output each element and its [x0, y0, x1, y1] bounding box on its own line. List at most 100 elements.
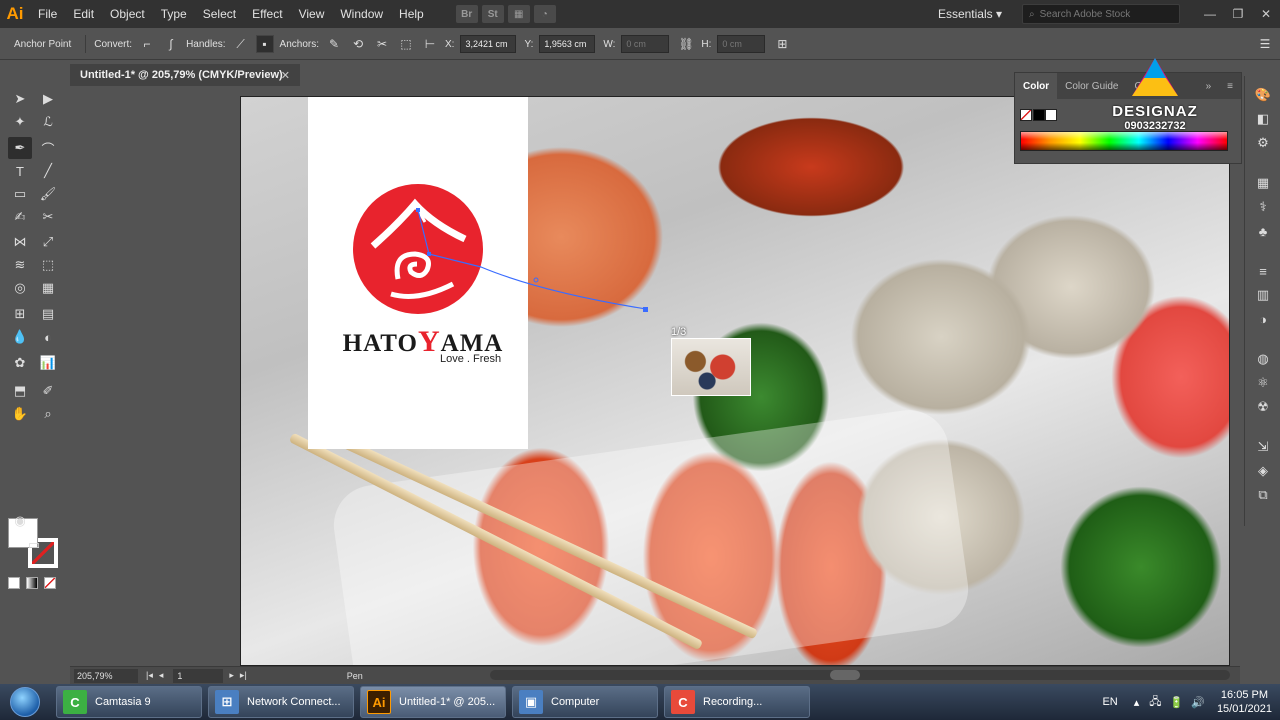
- free-transform-tool-icon[interactable]: ⬚: [36, 254, 60, 276]
- task-camtasia[interactable]: C Camtasia 9: [56, 686, 202, 718]
- appearance-icon[interactable]: ◍: [1253, 350, 1273, 368]
- anchor-point[interactable]: [427, 252, 431, 256]
- stroke-icon[interactable]: ≡: [1253, 262, 1273, 280]
- document-tab[interactable]: Untitled-1* @ 205,79% (CMYK/Preview) ✕: [70, 64, 300, 86]
- workspace-switcher[interactable]: Essentials ▾: [938, 7, 1002, 21]
- show-handles-icon[interactable]: ⟋: [232, 35, 250, 53]
- hand-tool-icon[interactable]: ✋: [8, 403, 32, 425]
- close-window-button[interactable]: ✕: [1252, 7, 1280, 21]
- width-field[interactable]: 0 cm: [621, 35, 670, 53]
- gradient-icon[interactable]: ▥: [1253, 286, 1273, 304]
- zoom-field[interactable]: 205,79%: [74, 668, 138, 683]
- menu-help[interactable]: Help: [391, 7, 432, 21]
- screen-mode-icon[interactable]: ▭: [22, 534, 46, 556]
- grid-icon[interactable]: ▦: [1253, 174, 1273, 192]
- gpu-icon[interactable]: ◔: [533, 5, 556, 23]
- gradient-tool-icon[interactable]: ▤: [36, 303, 60, 325]
- none-swatch[interactable]: [1020, 109, 1032, 121]
- color-panel-icon[interactable]: 🎨: [1253, 86, 1273, 104]
- transparency-icon[interactable]: ◑: [1253, 310, 1273, 328]
- draw-mode-icon[interactable]: ◉: [8, 510, 32, 532]
- connect-anchor-icon[interactable]: ⟲: [349, 35, 367, 53]
- slice-tool-icon[interactable]: ✐: [36, 380, 60, 402]
- type-tool-icon[interactable]: T: [8, 160, 32, 182]
- magic-wand-tool-icon[interactable]: ✦: [8, 111, 32, 133]
- brushes-icon[interactable]: ⚕: [1253, 198, 1273, 216]
- volume-icon[interactable]: 🔊: [1191, 696, 1205, 709]
- menu-file[interactable]: File: [30, 7, 65, 21]
- transform-icon[interactable]: ⊞: [773, 35, 791, 53]
- graph-tool-icon[interactable]: 📊: [36, 352, 60, 374]
- menu-window[interactable]: Window: [332, 7, 391, 21]
- layers-effect-icon[interactable]: ☢: [1253, 398, 1273, 416]
- link-icon[interactable]: ⛓: [677, 35, 695, 53]
- eyedropper-tool-icon[interactable]: 💧: [8, 326, 32, 348]
- task-computer[interactable]: ▣ Computer: [512, 686, 658, 718]
- task-illustrator[interactable]: Ai Untitled-1* @ 205...: [360, 686, 506, 718]
- page-field[interactable]: 1: [173, 668, 224, 683]
- first-page-icon[interactable]: |◂: [146, 670, 153, 681]
- start-button[interactable]: [0, 684, 50, 720]
- export-icon[interactable]: ⇲: [1253, 438, 1273, 456]
- convert-smooth-icon[interactable]: ∫: [162, 35, 180, 53]
- direct-selection-tool-icon[interactable]: ▶: [36, 88, 60, 110]
- selection-tool-icon[interactable]: ➤: [8, 88, 32, 110]
- blend-tool-icon[interactable]: ◐: [36, 326, 60, 348]
- hide-handles-icon[interactable]: ▪: [255, 35, 274, 53]
- height-field[interactable]: 0 cm: [717, 35, 766, 53]
- sushi-photo[interactable]: HATOYAMA Love . Fresh 1/3: [240, 96, 1230, 666]
- panel-options-icon[interactable]: ☰: [1256, 35, 1274, 53]
- task-recording[interactable]: C Recording...: [664, 686, 810, 718]
- scale-tool-icon[interactable]: ⤢: [36, 231, 60, 253]
- clock[interactable]: 16:05 PM 15/01/2021: [1217, 688, 1272, 716]
- graphic-styles-icon[interactable]: ⚛: [1253, 374, 1273, 392]
- x-field[interactable]: 3,2421 cm: [460, 35, 517, 53]
- stock-search-input[interactable]: ⌕ Search Adobe Stock: [1022, 4, 1180, 24]
- remove-anchor-icon[interactable]: ✎: [325, 35, 343, 53]
- task-network[interactable]: ⊞ Network Connect...: [208, 686, 354, 718]
- color-spectrum[interactable]: [1020, 131, 1228, 151]
- shape-builder-tool-icon[interactable]: ◎: [8, 277, 32, 299]
- menu-object[interactable]: Object: [102, 7, 153, 21]
- y-field[interactable]: 1,9563 cm: [539, 35, 596, 53]
- swatches-icon[interactable]: ⚙: [1253, 134, 1273, 152]
- align-icon[interactable]: ⊢: [421, 35, 439, 53]
- symbols-icon[interactable]: ♣: [1253, 222, 1273, 240]
- arrange-icon[interactable]: ▦: [507, 5, 530, 23]
- line-tool-icon[interactable]: ╱: [36, 160, 60, 182]
- anchor-point[interactable]: [643, 307, 648, 312]
- network-tray-icon[interactable]: 🖧: [1149, 693, 1161, 712]
- lasso-tool-icon[interactable]: ℒ: [36, 111, 60, 133]
- curvature-tool-icon[interactable]: ⌒: [36, 137, 60, 159]
- next-page-icon[interactable]: ▸: [229, 670, 234, 681]
- direction-handle[interactable]: [533, 277, 539, 283]
- pen-tool-icon[interactable]: ✒: [8, 137, 32, 159]
- cut-path-icon[interactable]: ✂: [373, 35, 391, 53]
- width-tool-icon[interactable]: ≋: [8, 254, 32, 276]
- stock-icon[interactable]: St: [481, 5, 504, 23]
- menu-select[interactable]: Select: [195, 7, 244, 21]
- menu-view[interactable]: View: [291, 7, 333, 21]
- layers-icon[interactable]: ◈: [1253, 462, 1273, 480]
- menu-type[interactable]: Type: [153, 7, 195, 21]
- language-indicator[interactable]: EN: [1102, 696, 1117, 708]
- horizontal-scrollbar[interactable]: [490, 670, 1230, 680]
- close-tab-icon[interactable]: ✕: [281, 69, 290, 82]
- none-mode-icon[interactable]: [44, 577, 56, 589]
- rectangle-tool-icon[interactable]: ▭: [8, 183, 32, 205]
- tray-expand-icon[interactable]: ▴: [1134, 696, 1140, 709]
- symbol-sprayer-tool-icon[interactable]: ✿: [8, 352, 32, 374]
- bridge-icon[interactable]: Br: [455, 5, 478, 23]
- black-swatch[interactable]: [1033, 109, 1045, 121]
- convert-corner-icon[interactable]: ⌐: [138, 35, 156, 53]
- power-icon[interactable]: 🔋: [1170, 696, 1184, 709]
- color-guide-icon[interactable]: ◧: [1253, 110, 1273, 128]
- shaper-tool-icon[interactable]: ✍: [8, 206, 32, 228]
- white-swatch[interactable]: [1045, 109, 1057, 121]
- zoom-tool-icon[interactable]: ⌕: [36, 403, 60, 425]
- menu-edit[interactable]: Edit: [65, 7, 102, 21]
- paintbrush-tool-icon[interactable]: 🖌: [36, 183, 60, 205]
- tab-color[interactable]: Color: [1015, 73, 1058, 99]
- panel-menu-icon[interactable]: ≡: [1219, 81, 1241, 92]
- artboard-tool-icon[interactable]: ⬒: [8, 380, 32, 402]
